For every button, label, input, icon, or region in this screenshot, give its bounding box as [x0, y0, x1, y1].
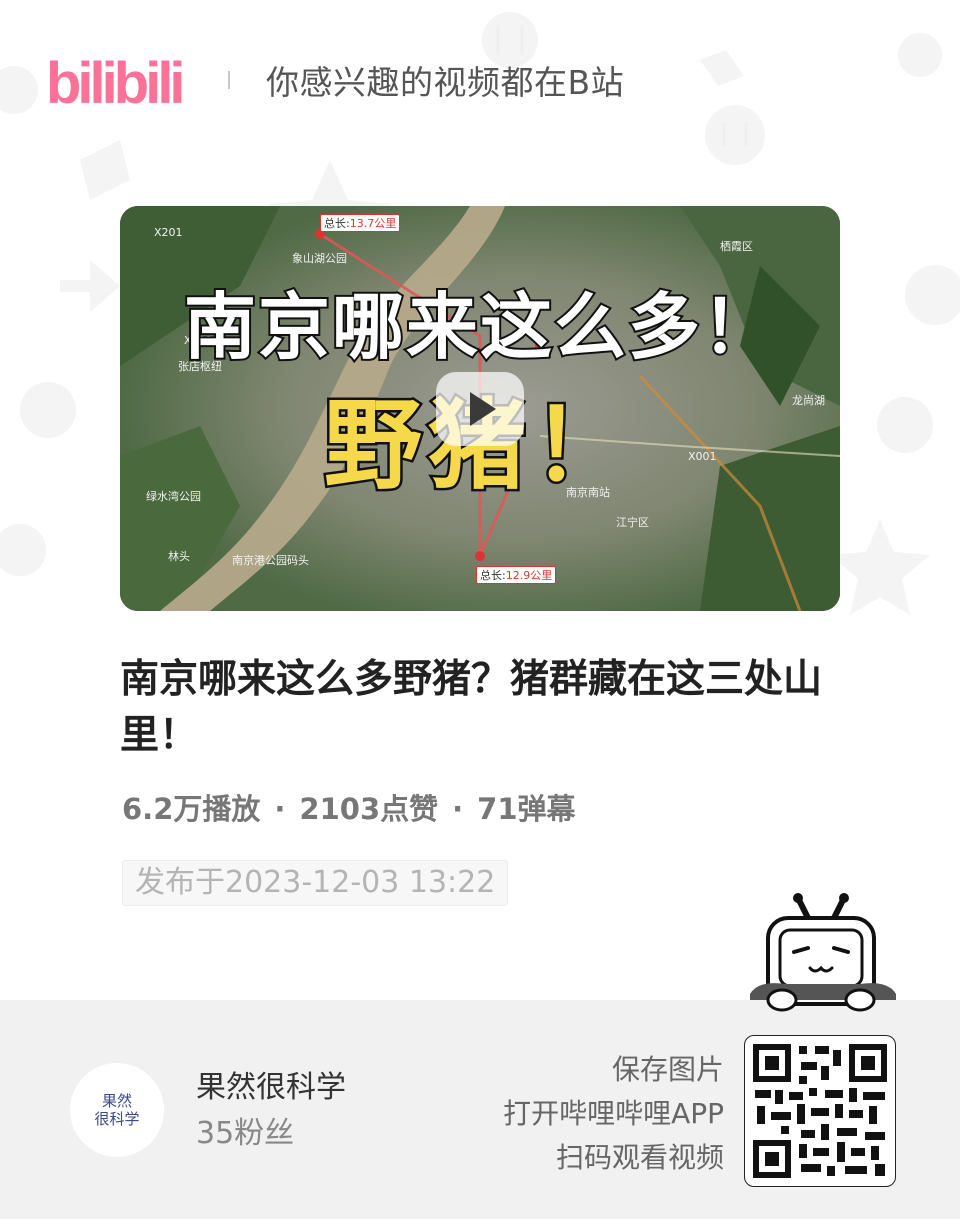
distance-label: 总长:12.9公里 [476, 566, 557, 584]
cover-title-line-1: 南京哪来这么多！ [182, 283, 776, 371]
uploader-avatar[interactable]: 果然 很科学 [70, 1063, 164, 1157]
stats-separator: · [452, 792, 464, 826]
distance-label: 总长:13.7公里 [320, 214, 401, 232]
stats-separator: · [274, 792, 286, 826]
slogan: 你感兴趣的视频都在B站 [266, 63, 625, 102]
play-count: 6.2万播放 [122, 792, 261, 826]
svg-text:bilibili: bilibili [46, 51, 182, 115]
uploader-name[interactable]: 果然很科学 [196, 1062, 346, 1106]
cta-scan-qr: 扫码观看视频 [555, 1141, 724, 1174]
danmaku-count: 71弹幕 [477, 792, 576, 826]
video-title[interactable]: 南京哪来这么多野猪？猪群藏在这三处山里！ [120, 652, 840, 764]
header-divider [228, 71, 230, 89]
bilibili-logo: bilibili [46, 51, 186, 115]
video-thumbnail[interactable]: 总长:13.7公里 总长:12.9公里 象山湖公园 张店枢纽 绿水湾公园 南京港… [120, 206, 840, 611]
call-to-action: 保存图片 打开哔哩哔哩APP 扫码观看视频 [503, 1048, 724, 1180]
like-count: 2103点赞 [299, 792, 439, 826]
video-stats: 6.2万播放 · 2103点赞 · 71弹幕 [122, 786, 576, 828]
map-place: X201 [154, 226, 183, 239]
map-place: 象山湖公园 [292, 252, 347, 265]
avatar-text: 果然 [101, 1092, 132, 1110]
cta-open-app: 打开哔哩哔哩APP [503, 1097, 724, 1130]
play-icon[interactable] [436, 372, 524, 446]
qr-code-icon[interactable] [744, 1035, 896, 1187]
map-place: 南京港公园码头 [232, 554, 309, 567]
qr-code-pattern [753, 1044, 887, 1178]
map-place: 栖霞区 [720, 240, 753, 253]
map-place: 林头 [168, 550, 190, 563]
bilibili-tv-mascot-icon [750, 893, 896, 1012]
publish-date: 发布于2023-12-03 13:22 [122, 860, 509, 906]
header: bilibili 你感兴趣的视频都在B站 [44, 44, 624, 116]
uploader-fans: 35粉丝 [196, 1116, 295, 1151]
avatar-text: 很科学 [94, 1110, 140, 1128]
map-place: 江宁区 [616, 516, 649, 529]
cta-save-image: 保存图片 [611, 1053, 724, 1086]
